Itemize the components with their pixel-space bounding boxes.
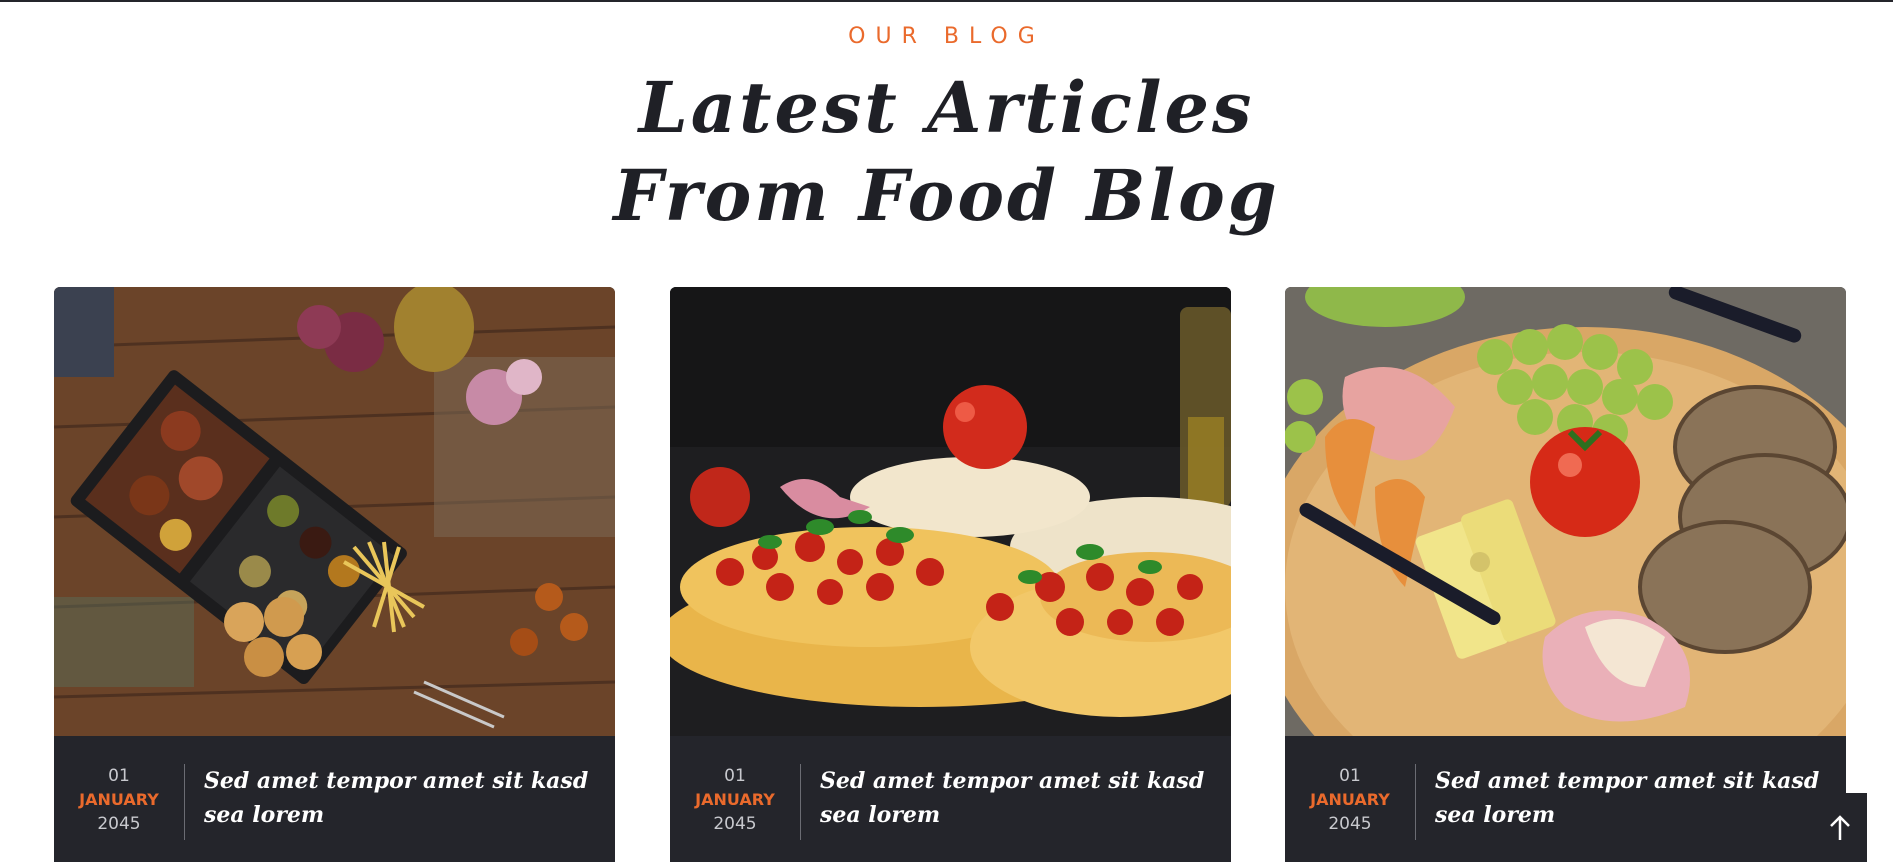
card-footer: 01 JANUARY 2045 Sed amet tempor amet sit… (670, 736, 1231, 862)
date-month: JANUARY (1310, 790, 1390, 809)
blog-card[interactable]: 01 JANUARY 2045 Sed amet tempor amet sit… (54, 287, 615, 862)
section-headline: Latest Articles From Food Blog (0, 64, 1893, 240)
date-divider (1415, 764, 1416, 840)
blog-card[interactable]: 01 JANUARY 2045 Sed amet tempor amet sit… (1285, 287, 1846, 862)
date-month: JANUARY (695, 790, 775, 809)
blog-card[interactable]: 01 JANUARY 2045 Sed amet tempor amet sit… (670, 287, 1231, 862)
date-year: 2045 (97, 814, 141, 834)
bbq-grill-platter-photo[interactable] (54, 287, 615, 736)
date-day: 01 (1339, 766, 1361, 786)
headline-line-1: Latest Articles (638, 66, 1255, 149)
date-divider (184, 764, 185, 840)
bruschetta-tomato-basil-photo[interactable] (670, 287, 1231, 736)
post-date: 01 JANUARY 2045 (1285, 736, 1415, 862)
date-year: 2045 (713, 814, 757, 834)
post-title-link[interactable]: Sed amet tempor amet sit kasd sea lorem (204, 764, 594, 832)
date-month: JANUARY (79, 790, 159, 809)
post-date: 01 JANUARY 2045 (670, 736, 800, 862)
post-title-link[interactable]: Sed amet tempor amet sit kasd sea lorem (820, 764, 1210, 832)
card-footer: 01 JANUARY 2045 Sed amet tempor amet sit… (54, 736, 615, 862)
headline-line-2: From Food Blog (613, 154, 1280, 237)
date-year: 2045 (1328, 814, 1372, 834)
section-eyebrow: OUR BLOG (848, 24, 1045, 49)
arrow-up-icon (1829, 815, 1850, 840)
date-divider (800, 764, 801, 840)
back-to-top-button[interactable] (1812, 793, 1867, 862)
cheese-grapes-bread-board-photo[interactable] (1285, 287, 1846, 736)
date-day: 01 (724, 766, 746, 786)
card-footer: 01 JANUARY 2045 Sed amet tempor amet sit… (1285, 736, 1846, 862)
top-divider (0, 0, 1893, 2)
post-title-link[interactable]: Sed amet tempor amet sit kasd sea lorem (1435, 764, 1825, 832)
post-date: 01 JANUARY 2045 (54, 736, 184, 862)
date-day: 01 (108, 766, 130, 786)
